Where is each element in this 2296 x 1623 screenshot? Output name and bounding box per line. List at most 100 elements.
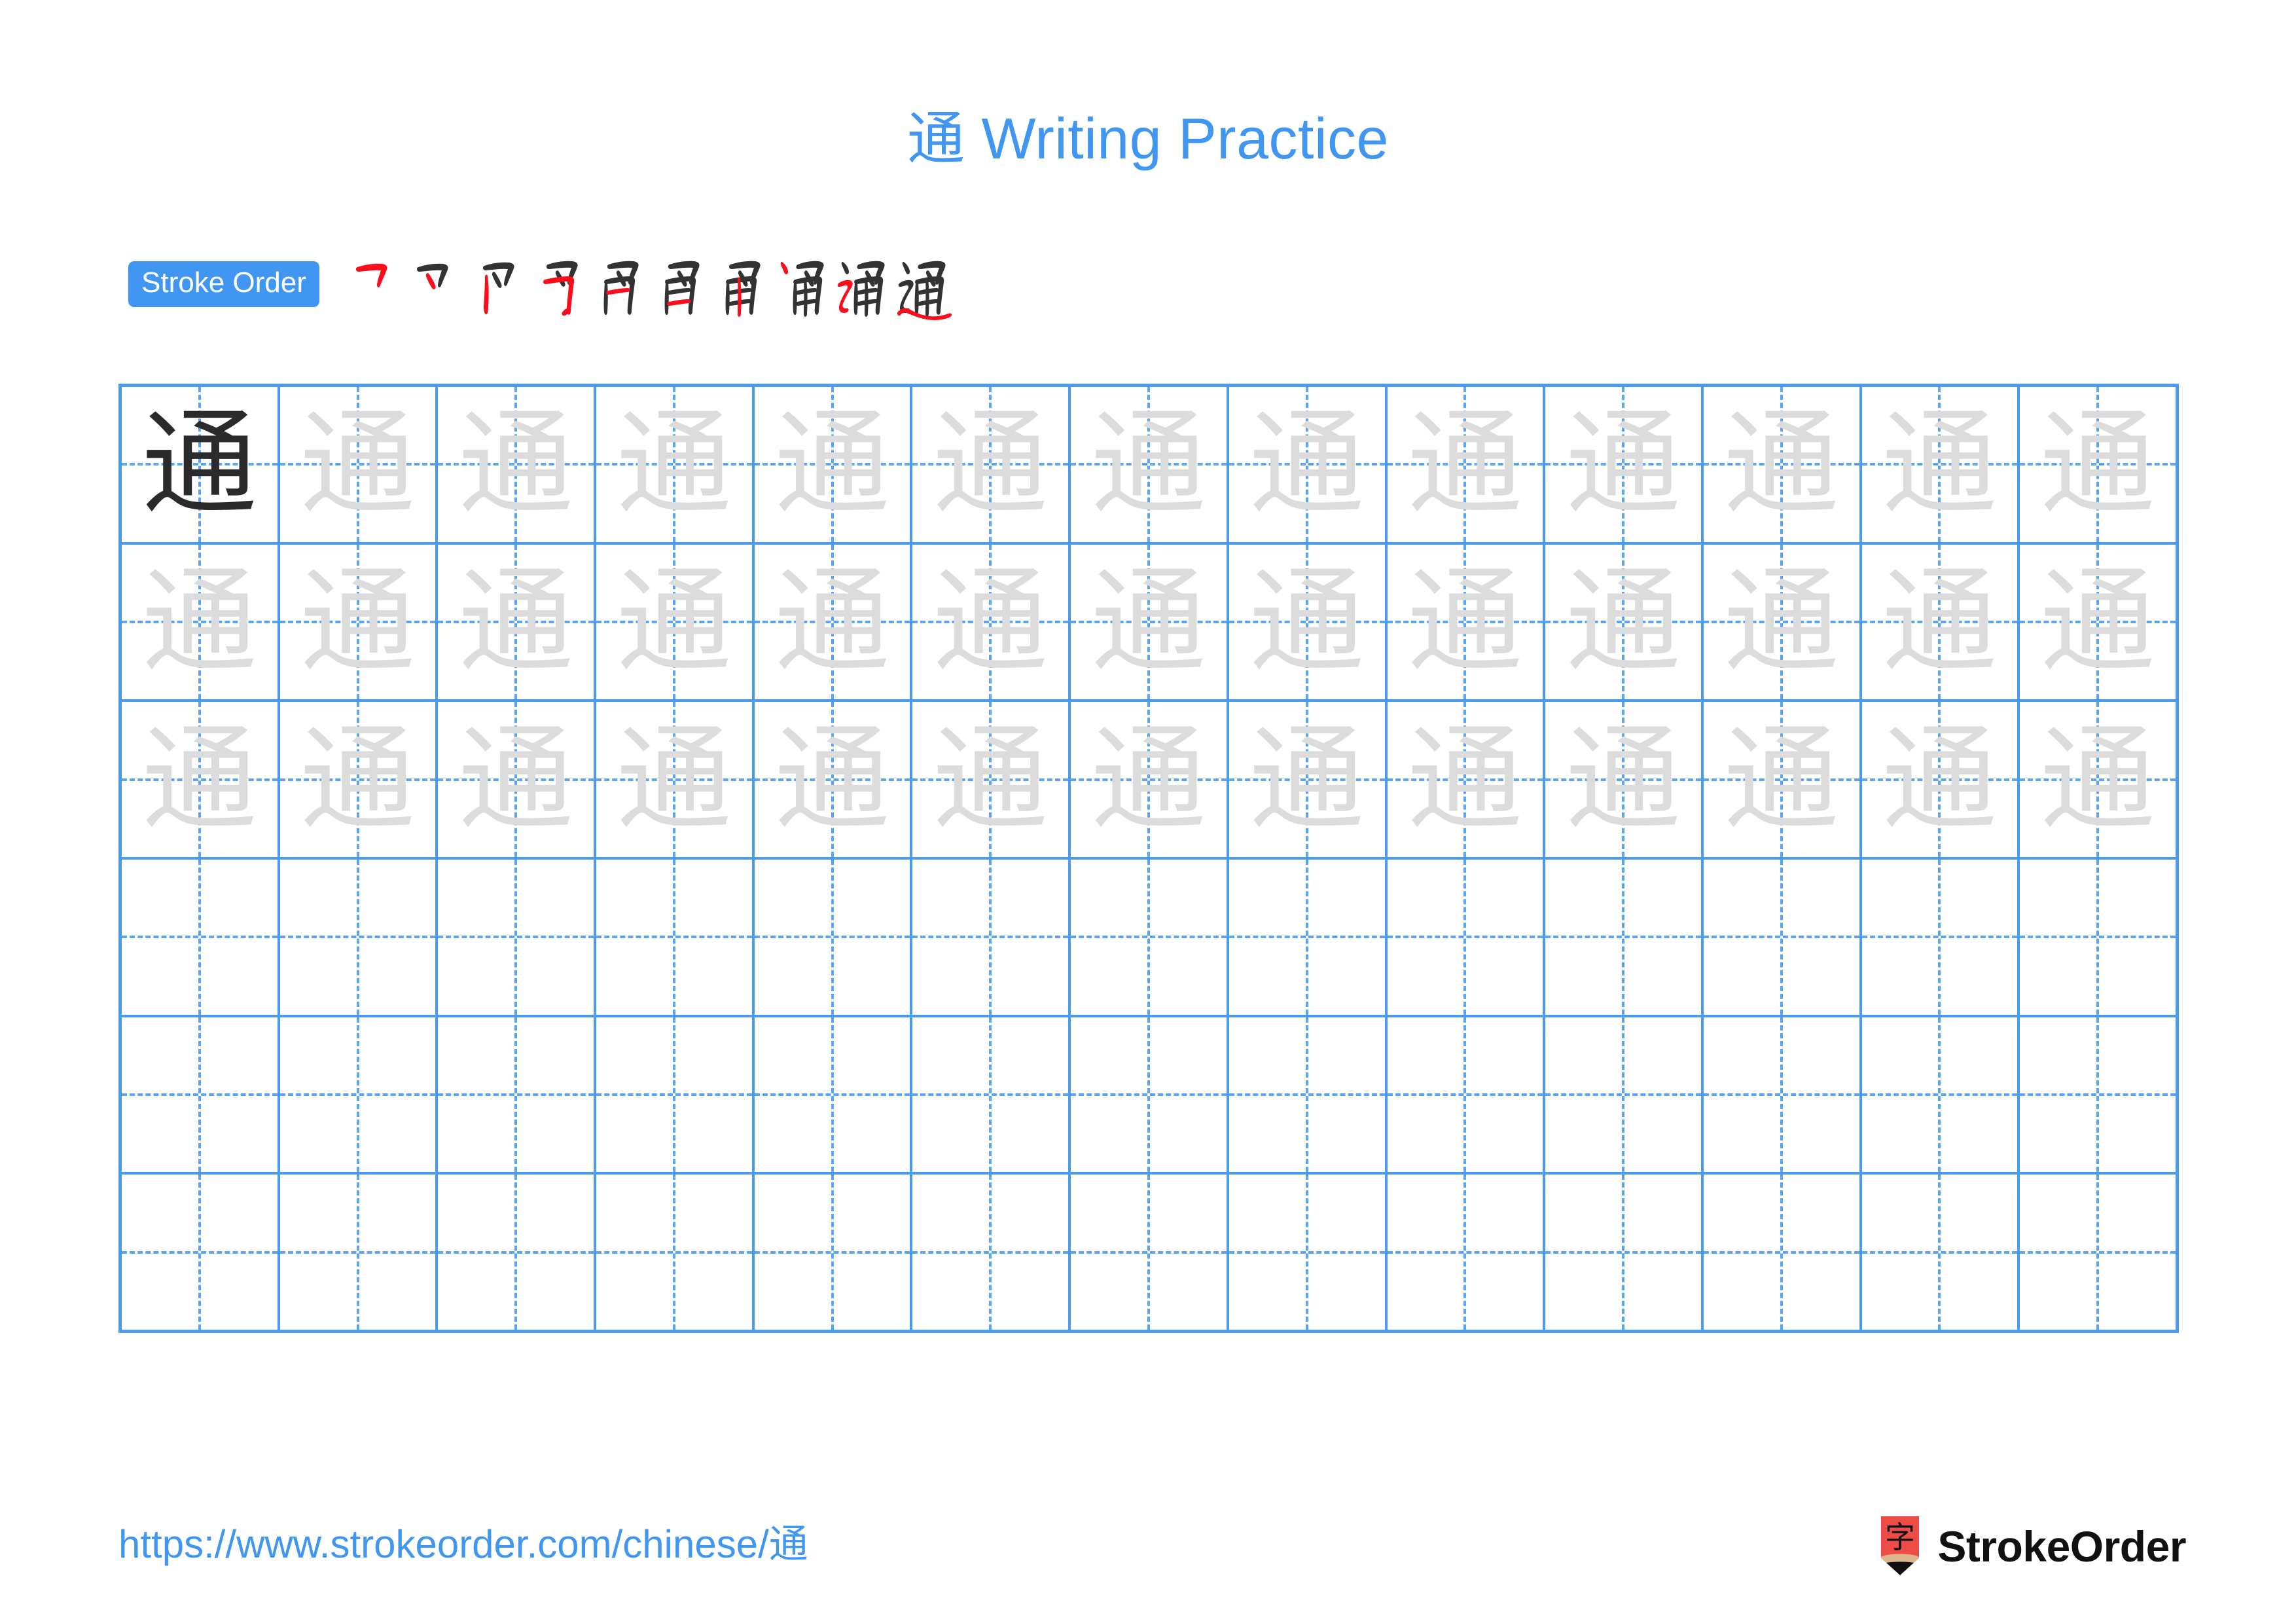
blank-character-slot: [280, 860, 436, 1015]
practice-cell[interactable]: 通: [755, 387, 913, 542]
trace-character: 通: [1407, 555, 1523, 689]
practice-cell[interactable]: [280, 1017, 439, 1173]
practice-cell[interactable]: 通: [438, 544, 597, 700]
trace-character: 通: [1566, 712, 1681, 847]
practice-cell[interactable]: 通: [122, 387, 280, 542]
footer-url-link[interactable]: https://www.strokeorder.com/chinese/通: [118, 1521, 808, 1568]
practice-cell[interactable]: [755, 1175, 913, 1330]
blank-character-slot: [1704, 860, 1859, 1015]
practice-cell[interactable]: 通: [1704, 387, 1862, 542]
practice-cell[interactable]: 通: [1862, 544, 2020, 700]
practice-cell[interactable]: [1388, 1175, 1546, 1330]
practice-cell[interactable]: [1388, 860, 1546, 1015]
blank-character-slot: [2020, 1175, 2176, 1330]
practice-cell[interactable]: [1545, 1017, 1704, 1173]
practice-cell[interactable]: [280, 860, 439, 1015]
trace-character: 通: [933, 397, 1049, 532]
practice-cell[interactable]: [1862, 860, 2020, 1015]
practice-cell[interactable]: 通: [1071, 387, 1229, 542]
practice-cell[interactable]: 通: [280, 387, 439, 542]
practice-cell[interactable]: [912, 1175, 1071, 1330]
practice-cell[interactable]: 通: [1704, 544, 1862, 700]
practice-cell[interactable]: 通: [596, 544, 755, 700]
practice-cell[interactable]: [122, 1017, 280, 1173]
practice-cell[interactable]: [1229, 1017, 1388, 1173]
practice-cell[interactable]: 通: [438, 387, 597, 542]
practice-cell[interactable]: 通: [1862, 387, 2020, 542]
practice-cell[interactable]: 通: [596, 702, 755, 858]
practice-cell[interactable]: 通: [1704, 702, 1862, 858]
practice-cell[interactable]: [1071, 1017, 1229, 1173]
practice-cell[interactable]: 通: [1071, 544, 1229, 700]
practice-cell[interactable]: 通: [755, 702, 913, 858]
practice-cell[interactable]: [438, 1017, 597, 1173]
practice-cell[interactable]: [1862, 1175, 2020, 1330]
blank-character-slot: [1229, 1017, 1385, 1173]
trace-character: 通: [1566, 397, 1681, 532]
practice-cell[interactable]: [1229, 860, 1388, 1015]
practice-cell[interactable]: [912, 860, 1071, 1015]
practice-cell[interactable]: [122, 860, 280, 1015]
practice-cell[interactable]: 通: [2020, 387, 2176, 542]
practice-cell[interactable]: [1704, 1175, 1862, 1330]
practice-cell[interactable]: [1071, 860, 1229, 1015]
practice-cell[interactable]: [280, 1175, 439, 1330]
practice-cell[interactable]: 通: [438, 702, 597, 858]
trace-character: 通: [300, 712, 416, 847]
practice-cell[interactable]: [755, 860, 913, 1015]
practice-cell[interactable]: [596, 1175, 755, 1330]
trace-character: 通: [774, 555, 890, 689]
practice-cell[interactable]: 通: [596, 387, 755, 542]
practice-cell[interactable]: [2020, 860, 2176, 1015]
practice-cell[interactable]: 通: [912, 702, 1071, 858]
practice-cell[interactable]: 通: [1229, 702, 1388, 858]
practice-cell[interactable]: 通: [122, 702, 280, 858]
practice-cell[interactable]: 通: [755, 544, 913, 700]
practice-cell[interactable]: [1704, 1017, 1862, 1173]
practice-cell[interactable]: 通: [2020, 545, 2176, 700]
practice-cell[interactable]: [1862, 1017, 2020, 1173]
practice-cell[interactable]: [755, 1017, 913, 1173]
practice-cell[interactable]: 通: [122, 544, 280, 700]
practice-cell[interactable]: [122, 1175, 280, 1330]
practice-cell[interactable]: [596, 860, 755, 1015]
practice-cell[interactable]: 通: [1545, 702, 1704, 858]
blank-character-slot: [755, 860, 910, 1015]
blank-character-slot: [912, 1175, 1068, 1330]
practice-cell[interactable]: 通: [912, 544, 1071, 700]
practice-cell[interactable]: [1545, 860, 1704, 1015]
brand-logo[interactable]: 字 StrokeOrder: [1878, 1516, 2186, 1577]
practice-cell[interactable]: 通: [280, 702, 439, 858]
practice-cell[interactable]: [1388, 1017, 1546, 1173]
practice-cell[interactable]: [1071, 1175, 1229, 1330]
practice-cell[interactable]: [438, 860, 597, 1015]
practice-cell[interactable]: 通: [1229, 387, 1388, 542]
trace-character: 通: [1882, 397, 1998, 532]
practice-cell[interactable]: [438, 1175, 597, 1330]
practice-cell[interactable]: 通: [1388, 544, 1546, 700]
practice-cell[interactable]: [1704, 860, 1862, 1015]
practice-cell[interactable]: 通: [1545, 544, 1704, 700]
practice-cell[interactable]: [1229, 1175, 1388, 1330]
blank-character-slot: [1388, 1175, 1543, 1330]
practice-cell[interactable]: 通: [912, 387, 1071, 542]
practice-cell[interactable]: [2020, 1175, 2176, 1330]
practice-cell[interactable]: 通: [2020, 702, 2176, 857]
practice-cell[interactable]: 通: [1862, 702, 2020, 858]
practice-cell[interactable]: 通: [1545, 387, 1704, 542]
stroke-sequence: [348, 247, 957, 321]
stroke-step-9: [835, 247, 896, 321]
practice-cell[interactable]: [1545, 1175, 1704, 1330]
practice-cell[interactable]: [2020, 1017, 2176, 1173]
practice-cell[interactable]: [912, 1017, 1071, 1173]
practice-cell[interactable]: 通: [1229, 544, 1388, 700]
trace-character: 通: [616, 555, 732, 689]
trace-character: 通: [1882, 712, 1998, 847]
practice-cell[interactable]: 通: [1388, 702, 1546, 858]
practice-cell[interactable]: [596, 1017, 755, 1173]
practice-cell[interactable]: 通: [1388, 387, 1546, 542]
practice-cell[interactable]: 通: [1071, 702, 1229, 858]
trace-character: 通: [774, 397, 890, 532]
practice-cell[interactable]: 通: [280, 544, 439, 700]
blank-character-slot: [1704, 1017, 1859, 1173]
